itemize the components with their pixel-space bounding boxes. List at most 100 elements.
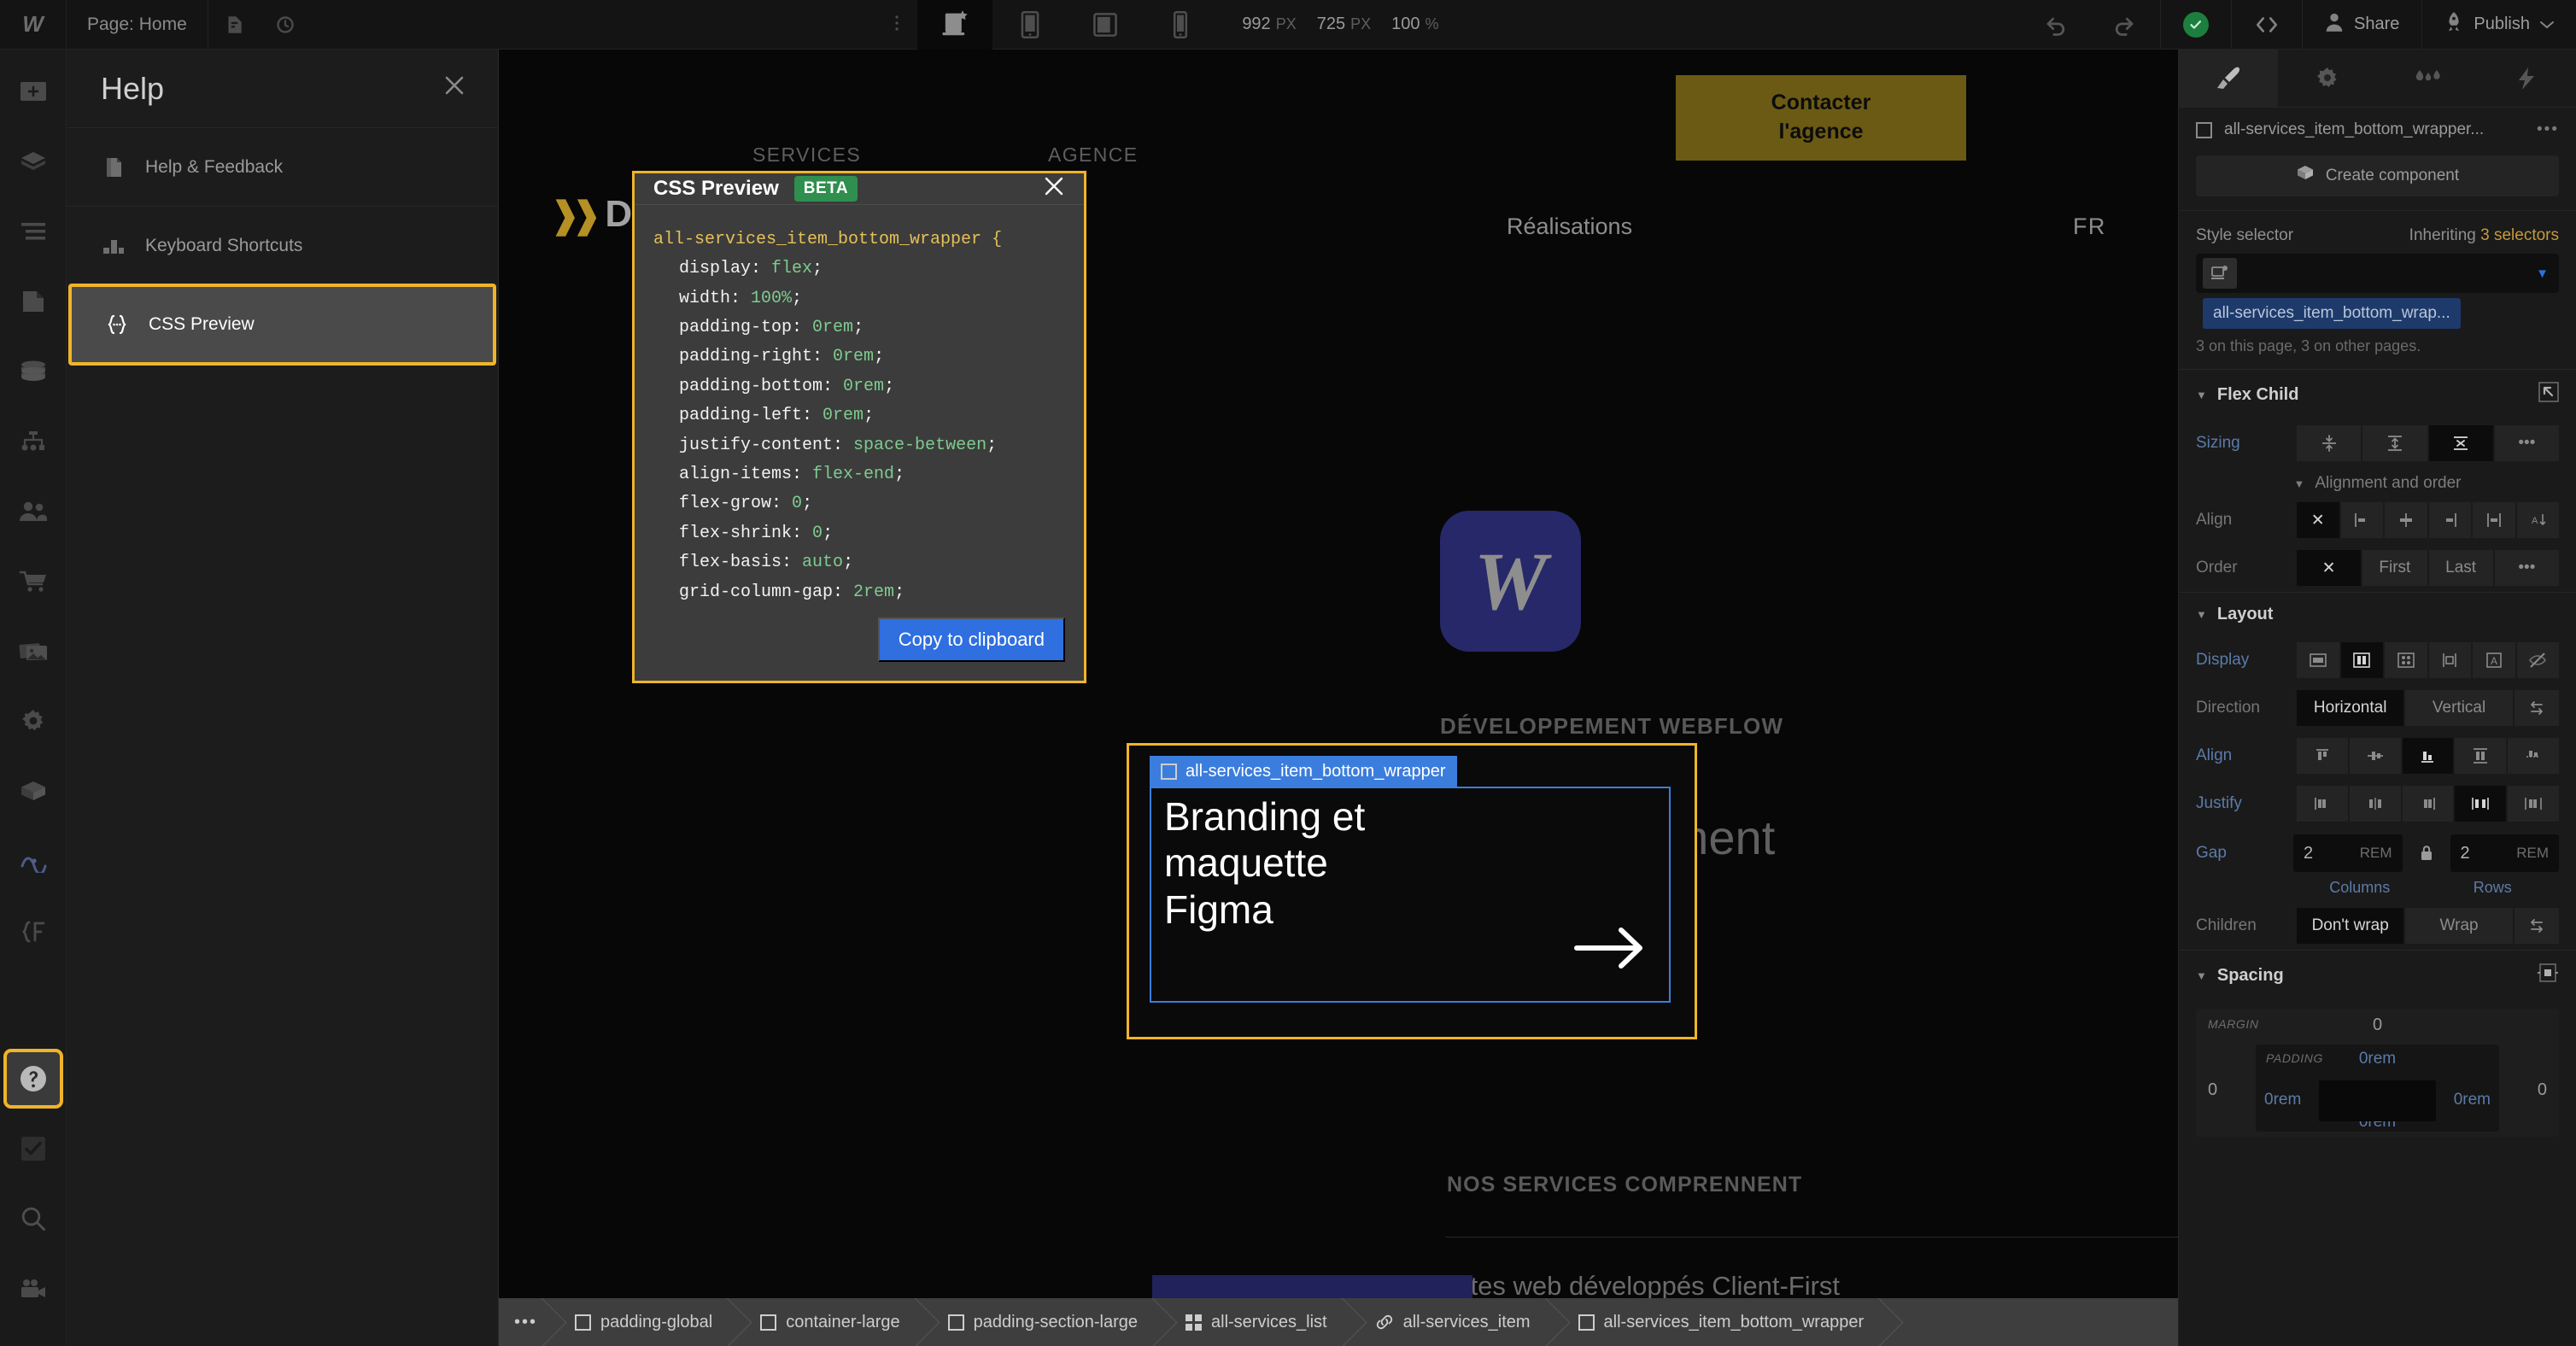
breadcrumb-item-all-services-item-bottom-wrapper[interactable]: all-services_item_bottom_wrapper: [1553, 1298, 1887, 1346]
children-wrap-button[interactable]: Wrap: [2405, 908, 2513, 944]
help-item-css-preview[interactable]: CSS Preview: [68, 284, 496, 366]
css-preview-modal[interactable]: CSS Preview BETA all-services_item_botto…: [632, 171, 1086, 683]
children-reverse-icon[interactable]: [2514, 908, 2559, 944]
inheriting-label[interactable]: Inheriting 3 selectors: [2409, 226, 2559, 245]
justify-start-button[interactable]: [2297, 786, 2348, 822]
flex-align-end-button[interactable]: [2402, 738, 2454, 774]
breadcrumb-item-container-large[interactable]: container-large: [735, 1298, 922, 1346]
margin-right-value[interactable]: 0: [2538, 1080, 2547, 1100]
display-none-button[interactable]: [2516, 642, 2559, 678]
direction-reverse-icon[interactable]: [2514, 690, 2559, 726]
site-nav-agence[interactable]: AGENCE: [1048, 143, 1139, 167]
cms-icon[interactable]: [7, 345, 60, 398]
pages-icon[interactable]: [7, 275, 60, 328]
section-flex-child[interactable]: ▼ Flex Child: [2179, 369, 2576, 419]
settings-icon[interactable]: [7, 695, 60, 748]
align-start-button[interactable]: [2340, 502, 2383, 538]
margin-left-value[interactable]: 0: [2208, 1080, 2217, 1100]
navigator-icon[interactable]: [7, 205, 60, 258]
flex-align-baseline-button[interactable]: [2508, 738, 2559, 774]
create-component-button[interactable]: Create component: [2196, 155, 2559, 196]
vertical-dots-icon[interactable]: [876, 0, 917, 50]
justify-space-around-button[interactable]: [2508, 786, 2559, 822]
section-spacing[interactable]: ▼ Spacing: [2179, 950, 2576, 1000]
selected-element-row[interactable]: all-services_item_bottom_wrapper... •••: [2179, 108, 2576, 152]
alignment-and-order-toggle[interactable]: ▼ Alignment and order: [2179, 467, 2576, 496]
breadcrumb-item-padding-section-large[interactable]: padding-section-large: [922, 1298, 1160, 1346]
mobile-landscape-icon[interactable]: [992, 0, 1068, 50]
align-baseline-button[interactable]: A: [2516, 502, 2559, 538]
close-icon[interactable]: [1043, 175, 1065, 202]
section-layout[interactable]: ▼ Layout: [2179, 592, 2576, 636]
tablet-icon[interactable]: [1068, 0, 1143, 50]
display-flex-button[interactable]: [2340, 642, 2383, 678]
children-dont-wrap-button[interactable]: Don't wrap: [2297, 908, 2404, 944]
history-icon[interactable]: [260, 0, 311, 50]
add-elements-icon[interactable]: [7, 65, 60, 118]
help-item-help-feedback[interactable]: Help & Feedback: [67, 128, 498, 207]
site-cta-button[interactable]: Contacter l'agence: [1676, 75, 1966, 161]
style-selector-input[interactable]: ▼: [2196, 254, 2559, 293]
arrow-up-left-icon[interactable]: [2538, 382, 2559, 407]
site-nav-realisations[interactable]: Réalisations: [1507, 214, 1632, 240]
order-more-button[interactable]: •••: [2494, 550, 2559, 586]
canvas-height-value[interactable]: 725: [1317, 15, 1345, 34]
video-icon[interactable]: [7, 1262, 60, 1315]
align-end-button[interactable]: [2428, 502, 2471, 538]
margin-top-value[interactable]: 0: [2196, 1015, 2559, 1035]
components-icon[interactable]: [7, 135, 60, 188]
padding-right-value[interactable]: 0rem: [2454, 1091, 2491, 1109]
ecommerce-icon[interactable]: [7, 555, 60, 608]
variables-icon[interactable]: [7, 905, 60, 958]
order-last-button[interactable]: Last: [2428, 550, 2493, 586]
spacing-box[interactable]: MARGIN 0 0 0 PADDING 0rem 0rem 0rem 0rem: [2196, 1009, 2559, 1137]
align-center-button[interactable]: [2385, 502, 2427, 538]
desktop-star-icon[interactable]: [917, 0, 993, 50]
breadcrumb-item-all-services-item[interactable]: all-services_item: [1349, 1298, 1553, 1346]
share-button[interactable]: Share: [2303, 0, 2421, 50]
publish-button[interactable]: Publish: [2422, 0, 2576, 50]
breadcrumb-item-padding-global[interactable]: padding-global: [549, 1298, 735, 1346]
page-selector[interactable]: Page: Home: [67, 0, 208, 50]
gap-rows-input[interactable]: 2 REM: [2450, 834, 2559, 872]
flex-align-center-button[interactable]: [2349, 738, 2401, 774]
flex-sizing-more-button[interactable]: •••: [2494, 425, 2559, 461]
close-icon[interactable]: [442, 73, 467, 105]
tab-effects[interactable]: [2477, 50, 2576, 107]
interactions-icon[interactable]: [7, 835, 60, 888]
spacing-mode-icon[interactable]: [2537, 963, 2559, 988]
redo-icon[interactable]: [2090, 0, 2160, 50]
save-status-badge[interactable]: [2161, 0, 2231, 50]
flex-shrink-if-needed-button[interactable]: [2297, 425, 2362, 461]
direction-horizontal-button[interactable]: Horizontal: [2297, 690, 2404, 726]
flex-dont-shrink-button[interactable]: [2428, 425, 2493, 461]
copy-to-clipboard-button[interactable]: Copy to clipboard: [877, 617, 1065, 662]
flex-align-start-button[interactable]: [2297, 738, 2348, 774]
align-stretch-button[interactable]: [2473, 502, 2515, 538]
flex-align-stretch-button[interactable]: [2455, 738, 2507, 774]
chevron-down-icon[interactable]: ▼: [2536, 266, 2549, 281]
justify-center-button[interactable]: [2349, 786, 2401, 822]
display-block-button[interactable]: [2297, 642, 2339, 678]
mobile-portrait-icon[interactable]: [1143, 0, 1218, 50]
help-icon[interactable]: [3, 1049, 63, 1109]
pages-icon[interactable]: [208, 0, 260, 50]
help-item-keyboard-shortcuts[interactable]: Keyboard Shortcuts: [67, 207, 498, 285]
justify-space-between-button[interactable]: [2455, 786, 2507, 822]
flex-grow-if-possible-button[interactable]: [2362, 425, 2427, 461]
device-state-icon[interactable]: [2203, 258, 2237, 289]
tab-style[interactable]: [2179, 50, 2279, 107]
tab-settings[interactable]: [2278, 50, 2377, 107]
order-auto-button[interactable]: ✕: [2297, 550, 2362, 586]
logic-icon[interactable]: [7, 415, 60, 468]
site-nav-services[interactable]: SERVICES: [752, 143, 861, 167]
search-icon[interactable]: [7, 1192, 60, 1245]
padding-left-value[interactable]: 0rem: [2264, 1091, 2301, 1109]
selected-element-box[interactable]: Branding et maquette Figma: [1150, 787, 1671, 1003]
breadcrumb-overflow[interactable]: •••: [499, 1298, 549, 1346]
breadcrumb-item-all-services-list[interactable]: all-services_list: [1160, 1298, 1349, 1346]
display-inline-button[interactable]: A: [2473, 642, 2515, 678]
justify-end-button[interactable]: [2402, 786, 2454, 822]
webflow-logo[interactable]: W: [0, 0, 67, 50]
undo-icon[interactable]: [2020, 0, 2090, 50]
